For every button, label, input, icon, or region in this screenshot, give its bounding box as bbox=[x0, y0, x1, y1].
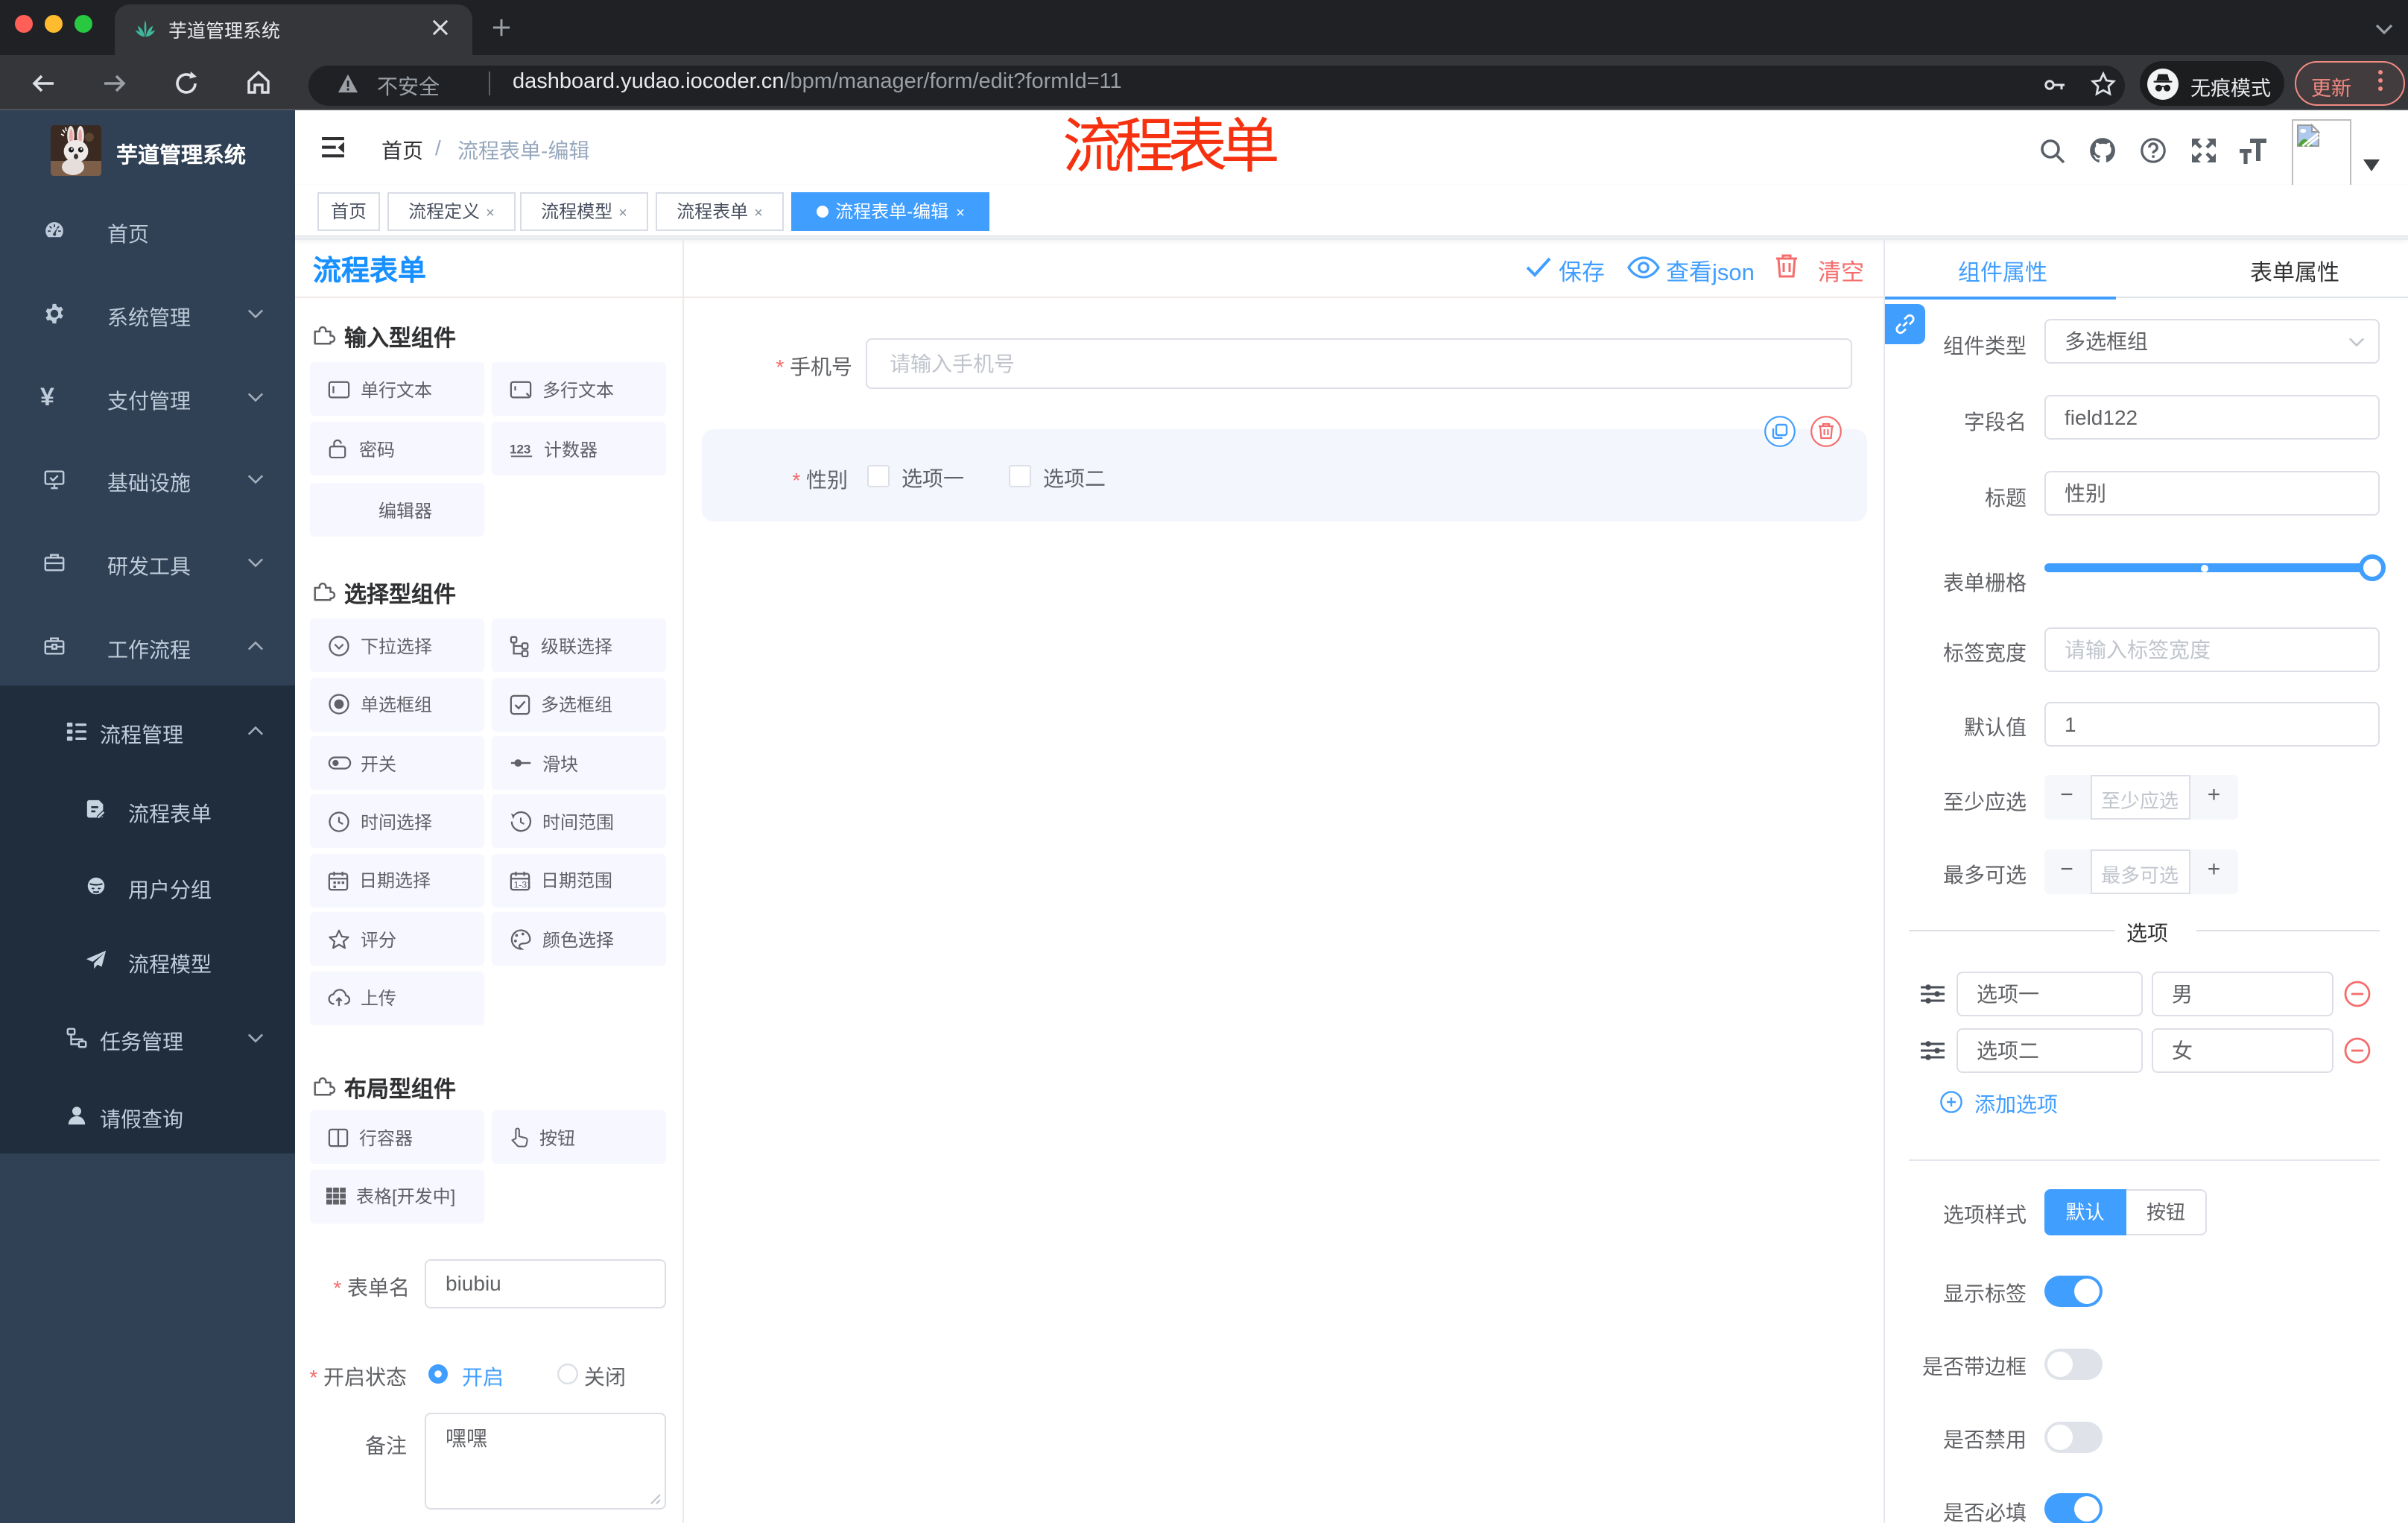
svg-text:123: 123 bbox=[510, 443, 530, 457]
svg-text:1-31: 1-31 bbox=[514, 878, 530, 889]
